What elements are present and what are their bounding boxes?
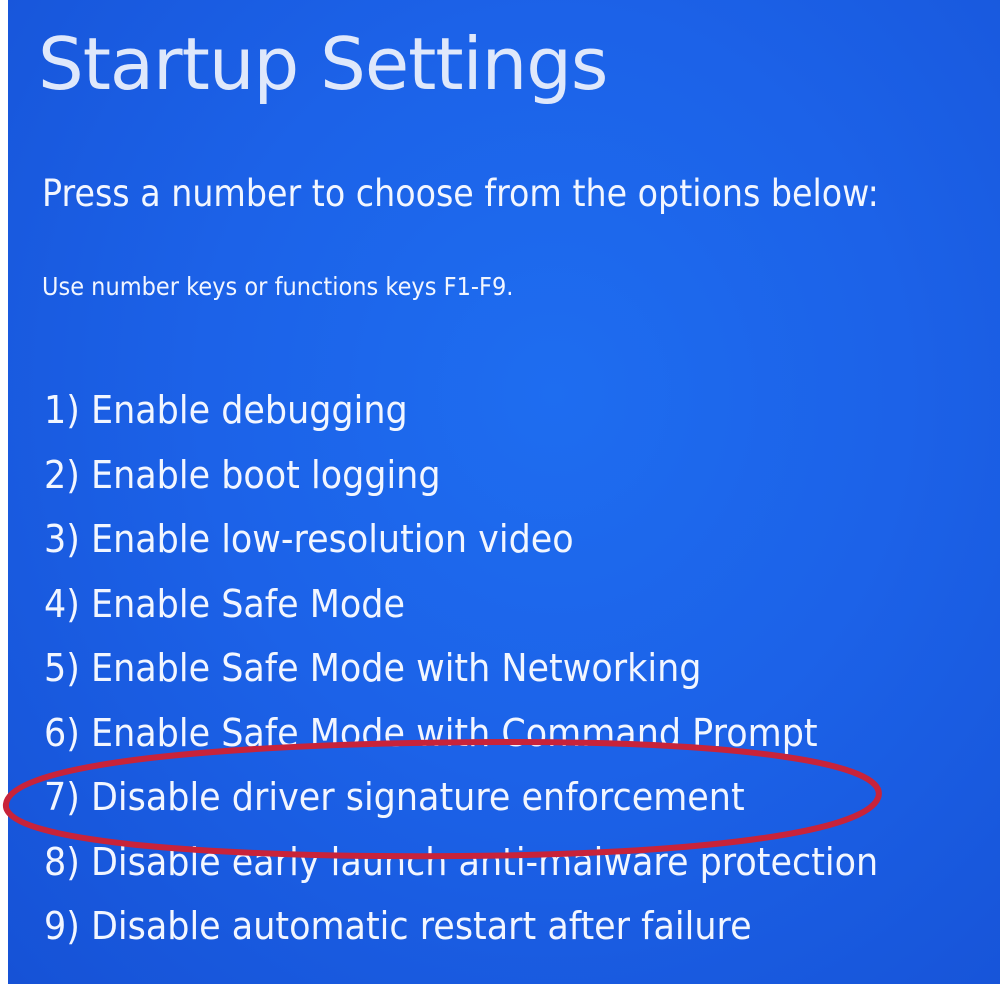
option-enable-boot-logging[interactable]: 2) Enable boot logging (44, 451, 878, 516)
option-enable-safe-mode[interactable]: 4) Enable Safe Mode (44, 580, 878, 645)
option-disable-driver-signature-enforcement[interactable]: 7) Disable driver signature enforcement (44, 773, 878, 838)
instruction-text: Press a number to choose from the option… (42, 172, 879, 215)
option-enable-safe-mode-networking[interactable]: 5) Enable Safe Mode with Networking (44, 644, 878, 709)
option-enable-low-resolution-video[interactable]: 3) Enable low-resolution video (44, 515, 878, 580)
key-hint-text: Use number keys or functions keys F1-F9. (42, 272, 514, 301)
page-title: Startup Settings (38, 22, 608, 106)
startup-settings-screen: Startup Settings Press a number to choos… (8, 0, 1000, 984)
option-enable-safe-mode-command-prompt[interactable]: 6) Enable Safe Mode with Command Prompt (44, 709, 878, 774)
option-enable-debugging[interactable]: 1) Enable debugging (44, 386, 878, 451)
startup-options-list: 1) Enable debugging 2) Enable boot loggi… (44, 386, 951, 967)
option-disable-early-launch-anti-malware[interactable]: 8) Disable early launch anti-malware pro… (44, 838, 878, 903)
option-disable-automatic-restart[interactable]: 9) Disable automatic restart after failu… (44, 902, 878, 967)
